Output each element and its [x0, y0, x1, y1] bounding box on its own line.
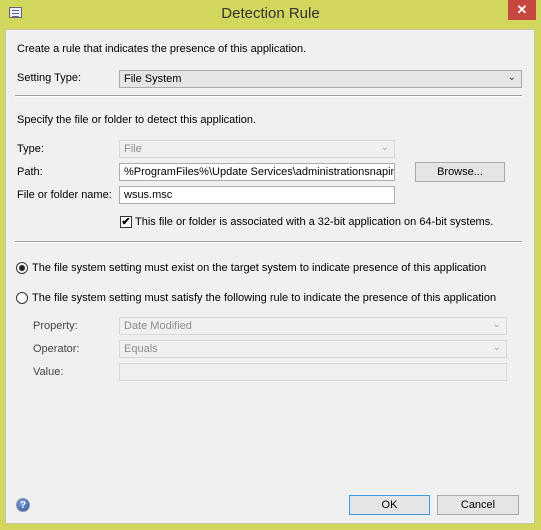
- property-value: Date Modified: [124, 320, 192, 332]
- close-button[interactable]: ✕: [508, 0, 536, 20]
- value-label: Value:: [33, 366, 64, 378]
- chevron-down-icon: ⌄: [492, 342, 501, 353]
- dialog-body: [5, 29, 535, 524]
- type-label: Type:: [17, 143, 44, 155]
- 32bit-checkbox-label[interactable]: This file or folder is associated with a…: [135, 216, 493, 228]
- setting-type-value: File System: [124, 73, 182, 85]
- property-label: Property:: [33, 320, 78, 332]
- operator-value: Equals: [124, 343, 158, 355]
- path-label: Path:: [17, 166, 43, 178]
- help-icon[interactable]: ?: [16, 498, 30, 512]
- operator-label: Operator:: [33, 343, 80, 355]
- browse-button[interactable]: Browse...: [415, 162, 505, 182]
- file-name-label: File or folder name:: [17, 189, 112, 201]
- radio-must-exist-label[interactable]: The file system setting must exist on th…: [32, 262, 486, 274]
- chevron-down-icon: ⌄: [507, 72, 516, 83]
- path-input[interactable]: %ProgramFiles%\Update Services\administr…: [119, 163, 395, 181]
- radio-must-satisfy-label[interactable]: The file system setting must satisfy the…: [32, 292, 496, 304]
- file-name-input[interactable]: wsus.msc: [119, 186, 395, 204]
- setting-type-select[interactable]: File System ⌄: [119, 70, 522, 88]
- chevron-down-icon: ⌄: [492, 319, 501, 330]
- divider: [15, 95, 522, 97]
- radio-must-exist[interactable]: [16, 262, 28, 274]
- 32bit-checkbox[interactable]: ✔: [120, 216, 132, 228]
- chevron-down-icon: ⌄: [380, 142, 389, 153]
- file-instruction: Specify the file or folder to detect thi…: [17, 114, 257, 126]
- divider: [15, 241, 522, 243]
- operator-select[interactable]: Equals ⌄: [119, 340, 507, 358]
- intro-text: Create a rule that indicates the presenc…: [17, 43, 307, 55]
- type-select[interactable]: File ⌄: [119, 140, 395, 158]
- type-value: File: [124, 143, 142, 155]
- setting-type-label: Setting Type:: [17, 72, 82, 84]
- window-title: Detection Rule: [221, 5, 320, 22]
- cancel-button[interactable]: Cancel: [437, 495, 519, 515]
- value-input[interactable]: [119, 363, 507, 381]
- ok-button[interactable]: OK: [349, 495, 430, 515]
- property-select[interactable]: Date Modified ⌄: [119, 317, 507, 335]
- radio-must-satisfy[interactable]: [16, 292, 28, 304]
- title-bar[interactable]: Detection Rule ✕: [0, 0, 541, 28]
